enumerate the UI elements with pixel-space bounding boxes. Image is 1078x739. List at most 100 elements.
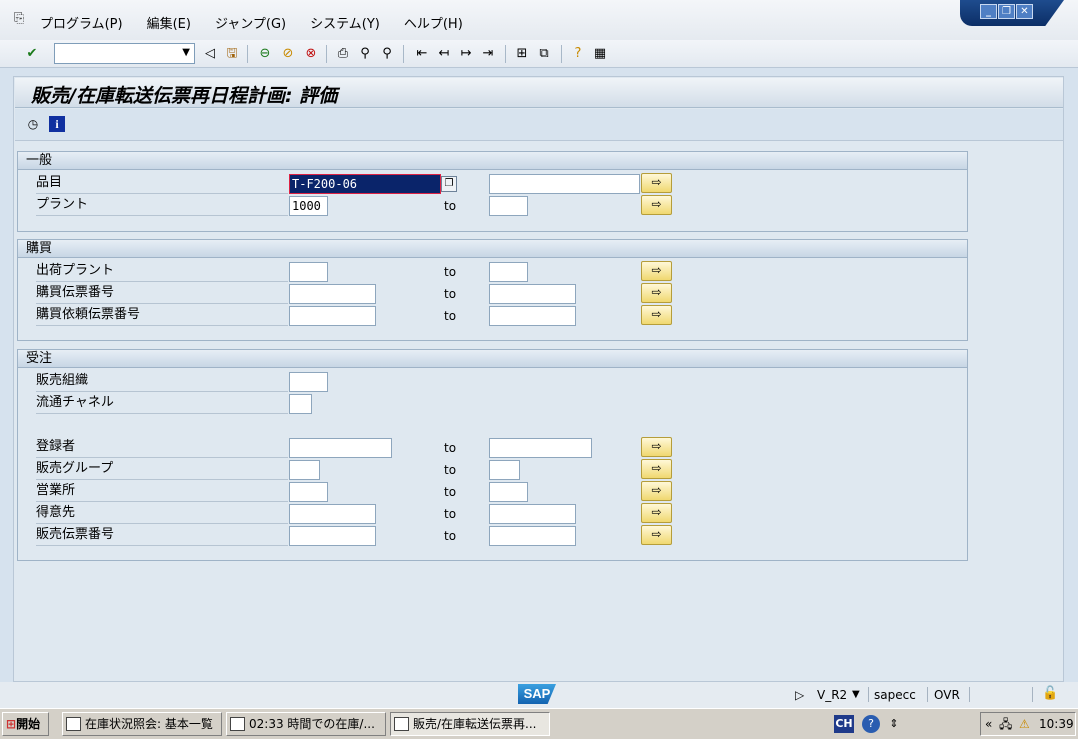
ship-plant-from-input[interactable] bbox=[289, 262, 328, 282]
sap-window-icon bbox=[394, 717, 409, 731]
last-page-icon[interactable]: ⇥ bbox=[479, 45, 497, 63]
ship-plant-to-input[interactable] bbox=[489, 262, 528, 282]
ime-options-icon[interactable]: ⇕ bbox=[887, 715, 901, 733]
chevron-down-icon[interactable]: ▼ bbox=[182, 47, 190, 58]
pr-number-from-input[interactable] bbox=[289, 306, 376, 326]
command-field[interactable]: ▼ bbox=[54, 43, 195, 64]
standard-toolbar: ✔ ▼ ◁ 🖫 ⊖ ⊘ ⊗ ⎙ ⚲ ⚲ ⇤ ↤ ↦ ⇥ ⊞ ⧉ ? ▦ bbox=[0, 40, 1078, 68]
new-session-icon[interactable]: ⊞ bbox=[513, 45, 531, 63]
insert-mode[interactable]: OVR bbox=[934, 688, 960, 702]
sales-group-to-input[interactable] bbox=[489, 460, 520, 480]
sales-doc-label: 販売伝票番号 bbox=[36, 525, 288, 546]
ship-plant-multiple-selection-button[interactable]: ⇨ bbox=[641, 261, 672, 281]
sales-office-to-input[interactable] bbox=[489, 482, 528, 502]
customer-to-input[interactable] bbox=[489, 504, 576, 524]
warning-icon[interactable]: ⚠ bbox=[1019, 713, 1030, 735]
sales-doc-multiple-selection-button[interactable]: ⇨ bbox=[641, 525, 672, 545]
taskbar-item-stock-time[interactable]: 02:33 時間での在庫/... bbox=[226, 712, 386, 736]
save-icon[interactable]: 🖫 bbox=[223, 45, 241, 63]
plant-to-input[interactable] bbox=[489, 196, 528, 216]
multi-select-icon[interactable]: ❐ bbox=[441, 176, 457, 192]
sales-office-from-input[interactable] bbox=[289, 482, 328, 502]
minimize-button[interactable]: _ bbox=[980, 4, 997, 19]
first-page-icon[interactable]: ⇤ bbox=[413, 45, 431, 63]
po-number-from-input[interactable] bbox=[289, 284, 376, 304]
find-icon[interactable]: ⚲ bbox=[356, 45, 374, 63]
application-toolbar: ◷ i bbox=[15, 109, 1063, 141]
shortcut-icon[interactable]: ⧉ bbox=[535, 45, 553, 63]
find-next-icon[interactable]: ⚲ bbox=[378, 45, 396, 63]
created-by-label: 登録者 bbox=[36, 437, 288, 458]
pr-number-multiple-selection-button[interactable]: ⇨ bbox=[641, 305, 672, 325]
tray-expand-icon[interactable]: « bbox=[985, 713, 992, 735]
plant-multiple-selection-button[interactable]: ⇨ bbox=[641, 195, 672, 215]
material-multiple-selection-button[interactable]: ⇨ bbox=[641, 173, 672, 193]
pr-number-to-input[interactable] bbox=[489, 306, 576, 326]
created-by-to-input[interactable] bbox=[489, 438, 592, 458]
sales-doc-to-label: to bbox=[444, 529, 457, 543]
sales-group-from-input[interactable] bbox=[289, 460, 320, 480]
plant-from-input[interactable]: 1000 bbox=[289, 196, 328, 216]
cancel-icon[interactable]: ⊗ bbox=[302, 45, 320, 63]
lock-icon[interactable]: 🔓 bbox=[1042, 686, 1058, 701]
po-number-multiple-selection-button[interactable]: ⇨ bbox=[641, 283, 672, 303]
sales-group-multiple-selection-button[interactable]: ⇨ bbox=[641, 459, 672, 479]
plant-label: プラント bbox=[36, 195, 288, 216]
chevron-down-icon[interactable]: ▼ bbox=[852, 689, 860, 700]
dist-channel-input[interactable] bbox=[289, 394, 312, 414]
restore-button[interactable]: ❐ bbox=[998, 4, 1015, 19]
help-icon[interactable]: ? bbox=[862, 715, 880, 733]
print-icon[interactable]: ⎙ bbox=[334, 45, 352, 63]
customer-from-input[interactable] bbox=[289, 504, 376, 524]
customer-label: 得意先 bbox=[36, 503, 288, 524]
menu-help[interactable]: ヘルプ(H) bbox=[404, 13, 463, 32]
task-label: 02:33 時間での在庫/... bbox=[249, 717, 375, 731]
toolbar-separator bbox=[561, 45, 562, 63]
taskbar-item-reschedule[interactable]: 販売/在庫転送伝票再... bbox=[390, 712, 550, 736]
page-title: 販売/在庫転送伝票再日程計画: 評価 bbox=[31, 85, 338, 107]
created-by-from-input[interactable] bbox=[289, 438, 392, 458]
close-window-button[interactable]: ✕ bbox=[1016, 4, 1033, 19]
menu-system[interactable]: システム(Y) bbox=[310, 13, 380, 32]
status-expand-icon[interactable]: ▷ bbox=[795, 688, 804, 702]
transaction-code: V_R2 bbox=[817, 688, 848, 702]
system-tray: « 🖧 ⚠ 10:39 bbox=[980, 712, 1076, 736]
menu-goto[interactable]: ジャンプ(G) bbox=[215, 13, 286, 32]
enter-check-icon[interactable]: ✔ bbox=[23, 45, 41, 63]
clock[interactable]: 10:39 bbox=[1039, 713, 1074, 735]
sales-doc-from-input[interactable] bbox=[289, 526, 376, 546]
language-indicator[interactable]: CH bbox=[834, 715, 854, 733]
material-from-input[interactable]: T-F200-06 bbox=[289, 174, 441, 194]
material-to-input[interactable] bbox=[489, 174, 640, 194]
exit-icon[interactable]: ⊘ bbox=[279, 45, 297, 63]
customer-to-label: to bbox=[444, 507, 457, 521]
layout-menu-icon[interactable]: ▦ bbox=[591, 45, 609, 63]
sap-window-icon bbox=[66, 717, 81, 731]
sales-office-multiple-selection-button[interactable]: ⇨ bbox=[641, 481, 672, 501]
group-sales: 受注 販売組織 流通チャネル 登録者 to ⇨ 販売グループ to ⇨ 営業所 … bbox=[17, 349, 968, 561]
network-icon[interactable]: 🖧 bbox=[999, 713, 1012, 735]
customer-multiple-selection-button[interactable]: ⇨ bbox=[641, 503, 672, 523]
start-button[interactable]: ⊞開始 bbox=[2, 712, 49, 736]
menu-program[interactable]: プログラム(P) bbox=[40, 13, 123, 32]
sap-logo: SAP bbox=[518, 684, 556, 704]
help-icon[interactable]: ? bbox=[569, 45, 587, 63]
collapse-left-icon[interactable]: ◁ bbox=[201, 45, 219, 63]
pr-number-to-label: to bbox=[444, 309, 457, 323]
po-number-to-input[interactable] bbox=[489, 284, 576, 304]
sales-org-label: 販売組織 bbox=[36, 371, 288, 392]
menu-edit[interactable]: 編集(E) bbox=[147, 13, 191, 32]
screen-title-bar: 販売/在庫転送伝票再日程計画: 評価 bbox=[15, 78, 1063, 108]
created-by-multiple-selection-button[interactable]: ⇨ bbox=[641, 437, 672, 457]
info-icon[interactable]: i bbox=[49, 116, 65, 132]
sales-doc-to-input[interactable] bbox=[489, 526, 576, 546]
previous-page-icon[interactable]: ↤ bbox=[435, 45, 453, 63]
next-page-icon[interactable]: ↦ bbox=[457, 45, 475, 63]
back-icon[interactable]: ⊖ bbox=[256, 45, 274, 63]
sap-window-icon bbox=[230, 717, 245, 731]
taskbar-item-stock-overview[interactable]: 在庫状況照会: 基本一覧 bbox=[62, 712, 222, 736]
system-menu-icon[interactable]: ⎘ bbox=[14, 12, 28, 26]
start-label: 開始 bbox=[16, 717, 41, 731]
execute-icon[interactable]: ◷ bbox=[25, 116, 41, 132]
sales-org-input[interactable] bbox=[289, 372, 328, 392]
